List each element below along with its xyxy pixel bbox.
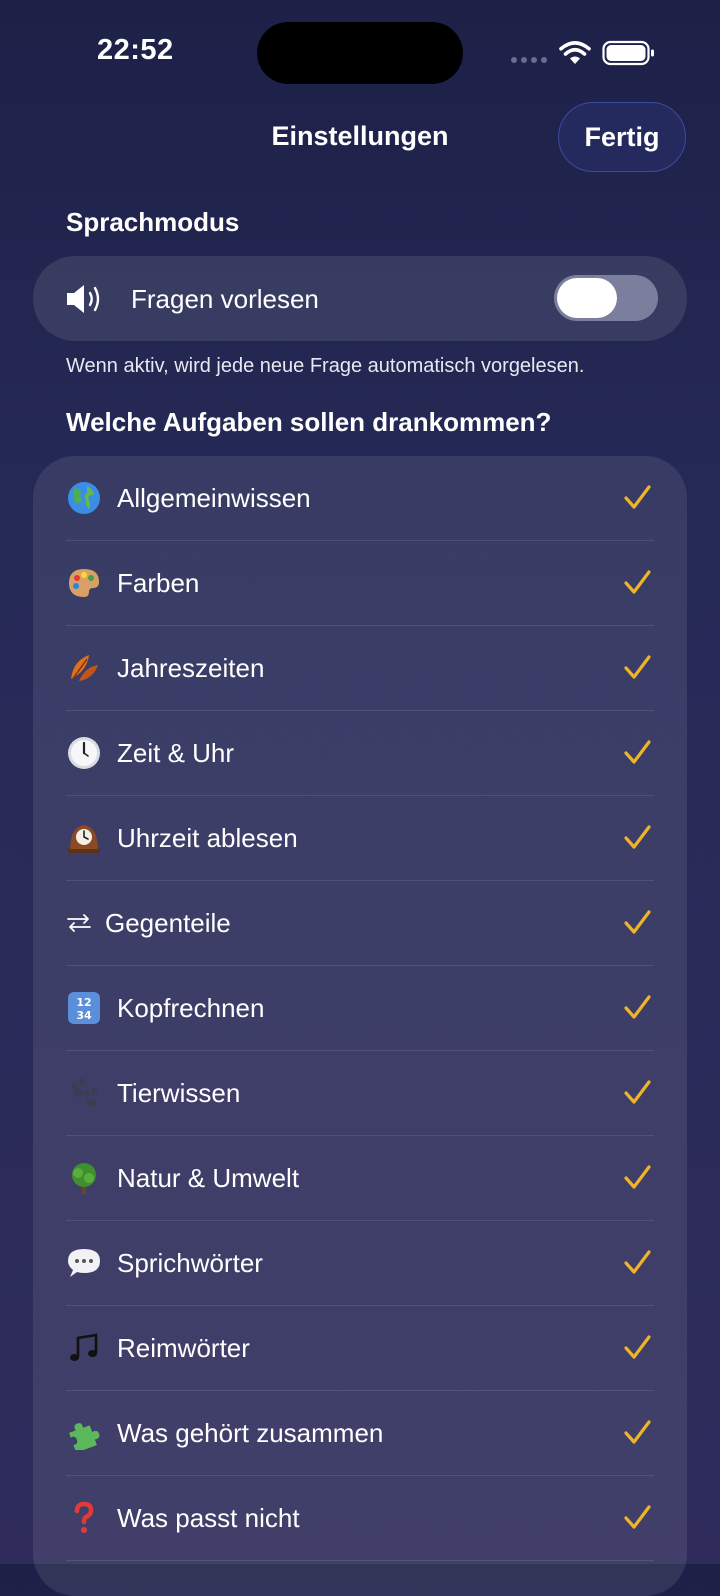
mantel-clock-icon xyxy=(66,820,102,856)
paw-icon xyxy=(66,1075,102,1111)
checkmark-icon xyxy=(624,910,651,934)
task-label: Was passt nicht xyxy=(117,1502,300,1533)
voice-mode-heading: Sprachmodus xyxy=(66,207,240,237)
task-label: Gegenteile xyxy=(105,907,231,938)
task-label: Reimwörter xyxy=(117,1332,250,1363)
battery-icon xyxy=(602,40,654,66)
palette-icon xyxy=(66,565,102,601)
task-row-tierwissen[interactable]: Tierwissen xyxy=(66,1051,654,1136)
voice-mode-note: Wenn aktiv, wird jede neue Frage automat… xyxy=(66,355,585,377)
checkmark-icon xyxy=(624,1080,651,1104)
puzzle-icon xyxy=(66,1415,102,1451)
tasks-card: Allgemeinwissen Farben Jahreszeiten Zeit… xyxy=(33,456,687,1596)
checkmark-icon xyxy=(624,1420,651,1444)
numbers-icon: 12 34 xyxy=(66,990,102,1026)
read-questions-label: Fragen vorlesen xyxy=(131,284,319,314)
checkmark-icon xyxy=(624,1250,651,1274)
checkmark-icon xyxy=(624,825,651,849)
task-row-sprichwoerter[interactable]: Sprichwörter xyxy=(66,1221,654,1306)
task-label: Zeit & Uhr xyxy=(117,737,235,768)
read-questions-toggle[interactable] xyxy=(554,275,658,321)
task-label: Farben xyxy=(117,567,200,598)
checkmark-icon xyxy=(624,995,651,1019)
wifi-icon xyxy=(559,41,591,64)
speech-bubble-icon xyxy=(66,1245,102,1281)
arrows-swap-icon xyxy=(66,905,92,941)
dynamic-island xyxy=(257,22,463,84)
task-row-natur-umwelt[interactable]: Natur & Umwelt xyxy=(66,1136,654,1221)
leaves-icon xyxy=(66,650,102,686)
cellular-signal-icon xyxy=(511,57,547,63)
task-label: Jahreszeiten xyxy=(117,652,265,683)
task-label: Sprichwörter xyxy=(117,1247,263,1278)
speaker-icon xyxy=(67,285,100,313)
task-row-zeit-uhr[interactable]: Zeit & Uhr xyxy=(66,711,654,796)
checkmark-icon xyxy=(624,570,651,594)
task-label: Natur & Umwelt xyxy=(117,1162,300,1193)
task-row-farben[interactable]: Farben xyxy=(66,541,654,626)
task-row-gegenteile[interactable]: Gegenteile xyxy=(66,881,654,966)
svg-text:34: 34 xyxy=(76,1009,92,1022)
task-row-uhrzeit-ablesen[interactable]: Uhrzeit ablesen xyxy=(66,796,654,881)
clock-icon xyxy=(66,735,102,771)
toggle-knob xyxy=(557,278,617,318)
task-label: Allgemeinwissen xyxy=(117,482,311,513)
checkmark-icon xyxy=(624,740,651,764)
checkmark-icon xyxy=(624,1335,651,1359)
checkmark-icon xyxy=(624,1165,651,1189)
checkmark-icon xyxy=(624,1505,651,1529)
checkmark-icon xyxy=(624,485,651,509)
voice-mode-card: Fragen vorlesen xyxy=(33,256,687,341)
task-row-was-passt-nicht[interactable]: Was passt nicht xyxy=(66,1476,654,1561)
task-row-was-gehoert-zusammen[interactable]: Was gehört zusammen xyxy=(66,1391,654,1476)
done-button[interactable]: Fertig xyxy=(558,102,686,172)
task-row-kopfrechnen[interactable]: 12 34 Kopfrechnen xyxy=(66,966,654,1051)
status-time: 22:52 xyxy=(97,34,174,66)
task-label: Tierwissen xyxy=(117,1077,241,1108)
task-label: Was gehört zusammen xyxy=(117,1417,384,1448)
tasks-heading: Welche Aufgaben sollen drankommen? xyxy=(66,407,552,437)
task-label: Uhrzeit ablesen xyxy=(117,822,298,853)
svg-text:12: 12 xyxy=(76,996,91,1009)
task-row-jahreszeiten[interactable]: Jahreszeiten xyxy=(66,626,654,711)
task-label: Kopfrechnen xyxy=(117,992,265,1023)
task-row-reimwoerter[interactable]: Reimwörter xyxy=(66,1306,654,1391)
music-note-icon xyxy=(66,1330,102,1366)
checkmark-icon xyxy=(624,655,651,679)
globe-icon xyxy=(66,480,102,516)
task-row-allgemeinwissen[interactable]: Allgemeinwissen xyxy=(66,456,654,541)
question-mark-icon xyxy=(66,1500,102,1536)
tree-icon xyxy=(66,1160,102,1196)
